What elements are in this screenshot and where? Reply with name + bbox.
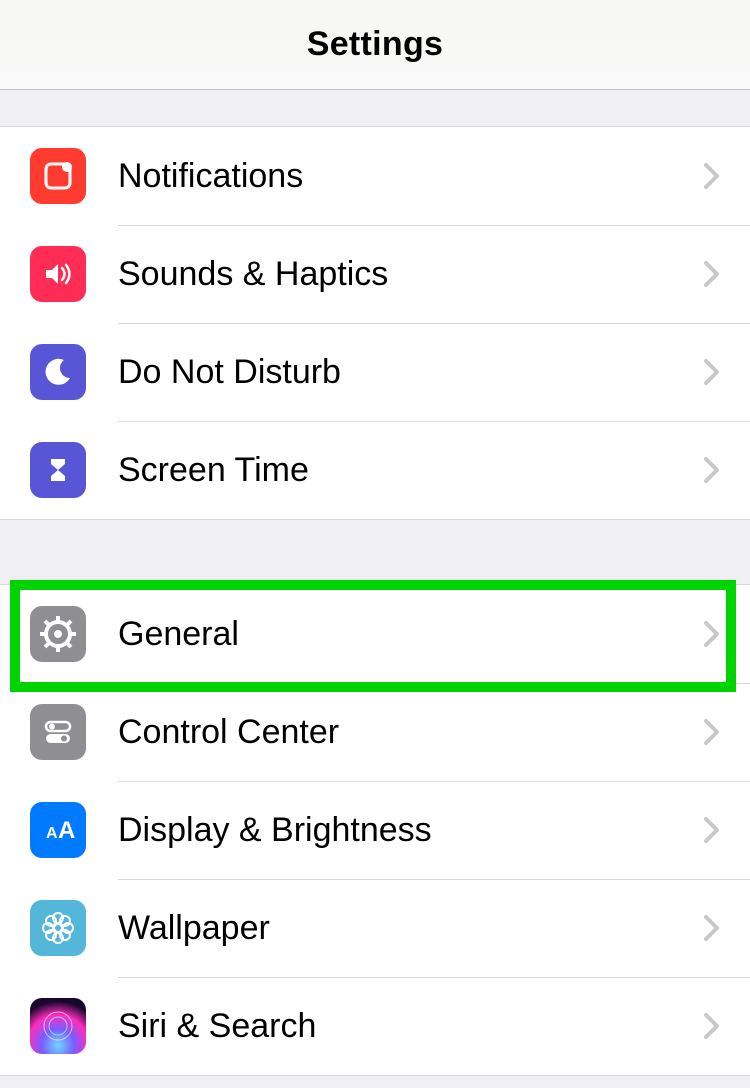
row-label: Control Center — [118, 713, 704, 752]
text-size-icon: A A — [30, 802, 86, 858]
row-wallpaper[interactable]: Wallpaper — [0, 879, 750, 977]
row-general[interactable]: General — [0, 585, 750, 683]
toggles-icon — [30, 704, 86, 760]
header: Settings — [0, 0, 750, 90]
row-screen-time[interactable]: Screen Time — [0, 421, 750, 519]
chevron-right-icon — [704, 457, 730, 483]
chevron-right-icon — [704, 915, 730, 941]
chevron-right-icon — [704, 261, 730, 287]
row-label: Siri & Search — [118, 1007, 704, 1046]
row-siri-search[interactable]: Siri & Search — [0, 977, 750, 1075]
chevron-right-icon — [704, 817, 730, 843]
hourglass-icon — [30, 442, 86, 498]
row-label: Screen Time — [118, 451, 704, 490]
svg-text:A: A — [58, 817, 75, 844]
page-title: Settings — [307, 25, 444, 64]
siri-icon — [30, 998, 86, 1054]
row-label: Notifications — [118, 157, 704, 196]
row-do-not-disturb[interactable]: Do Not Disturb — [0, 323, 750, 421]
group-spacer — [0, 520, 750, 584]
chevron-right-icon — [704, 719, 730, 745]
row-label: Display & Brightness — [118, 811, 704, 850]
svg-text:A: A — [46, 825, 58, 842]
sounds-icon — [30, 246, 86, 302]
settings-group-2: General Control Center A A Display & Bri… — [0, 584, 750, 1076]
row-sounds[interactable]: Sounds & Haptics — [0, 225, 750, 323]
group-spacer — [0, 90, 750, 126]
row-control-center[interactable]: Control Center — [0, 683, 750, 781]
row-label: Sounds & Haptics — [118, 255, 704, 294]
settings-group-1: Notifications Sounds & Haptics Do Not Di… — [0, 126, 750, 520]
chevron-right-icon — [704, 359, 730, 385]
row-label: Wallpaper — [118, 909, 704, 948]
row-label: Do Not Disturb — [118, 353, 704, 392]
gear-icon — [30, 606, 86, 662]
flower-icon — [30, 900, 86, 956]
chevron-right-icon — [704, 621, 730, 647]
chevron-right-icon — [704, 1013, 730, 1039]
chevron-right-icon — [704, 163, 730, 189]
row-notifications[interactable]: Notifications — [0, 127, 750, 225]
notifications-icon — [30, 148, 86, 204]
row-label: General — [118, 615, 704, 654]
moon-icon — [30, 344, 86, 400]
row-display-brightness[interactable]: A A Display & Brightness — [0, 781, 750, 879]
